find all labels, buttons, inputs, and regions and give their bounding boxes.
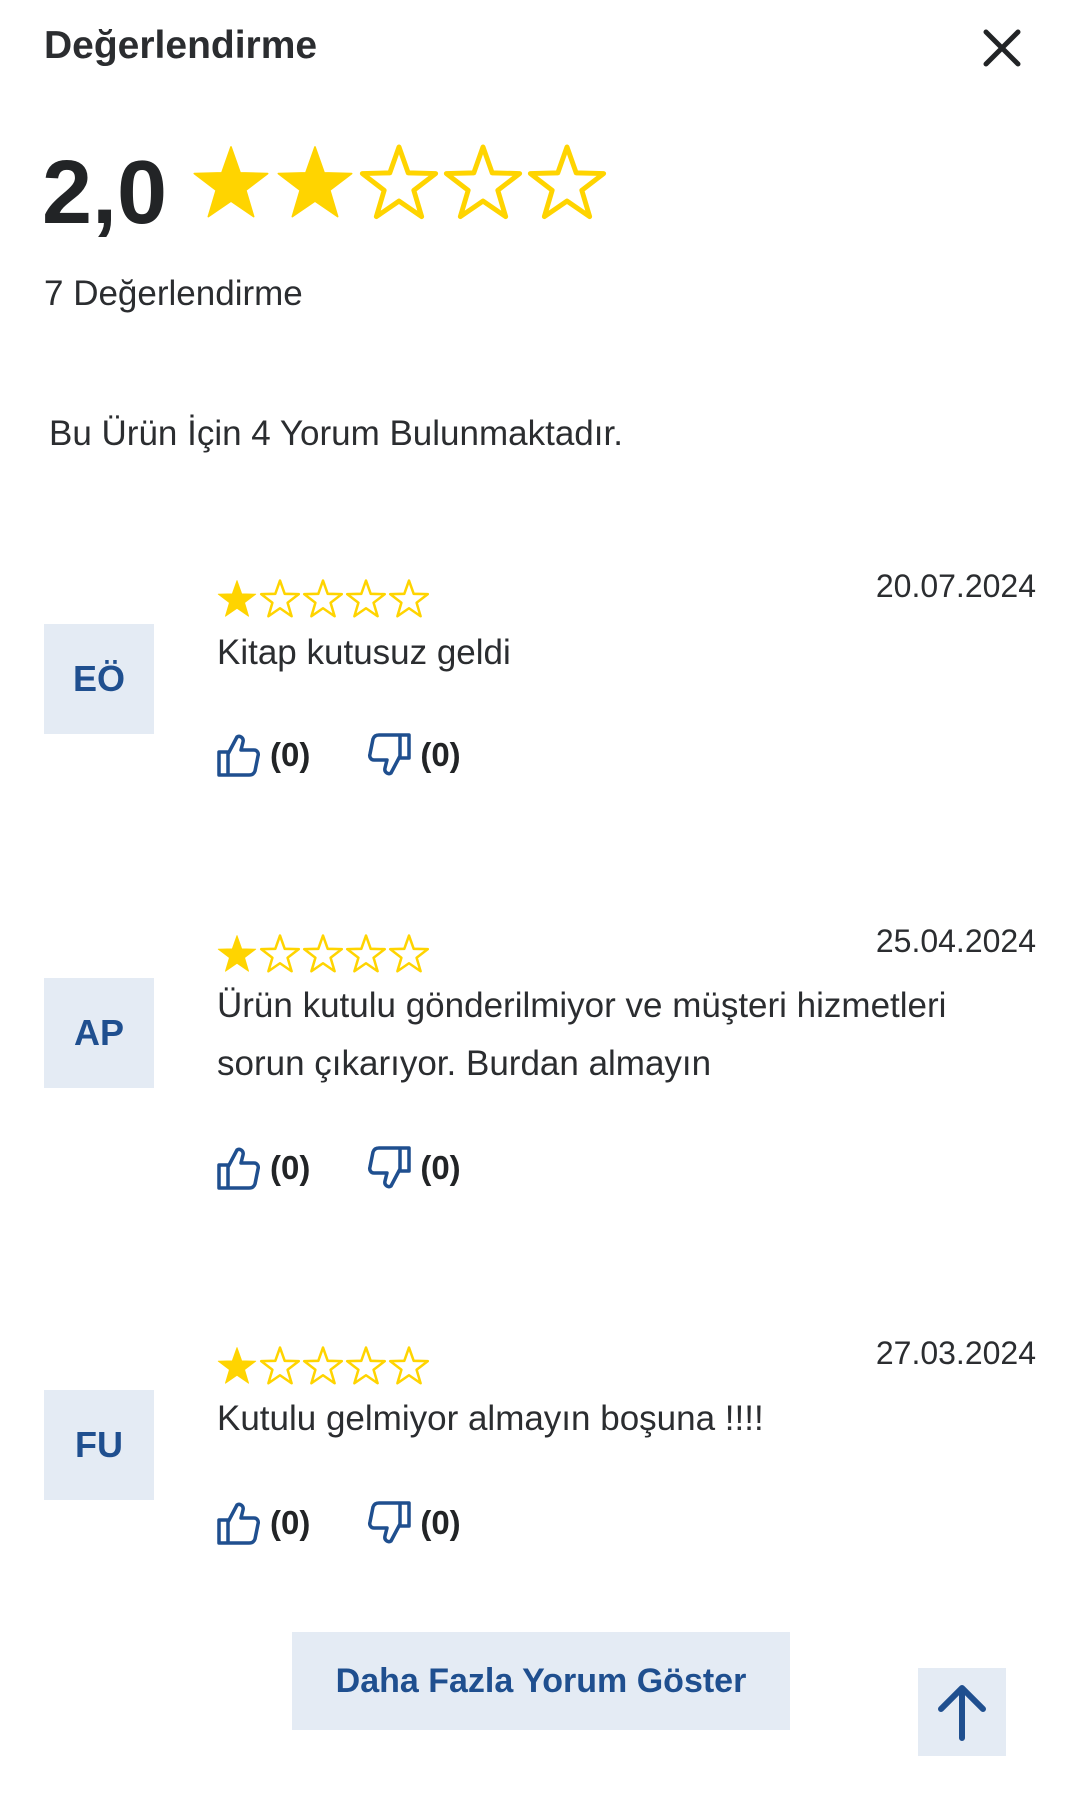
average-rating-stars — [190, 142, 608, 224]
rating-count: 7 Değerlendirme — [44, 274, 303, 313]
thumbs-down-icon — [368, 1501, 412, 1544]
star-empty-icon — [345, 579, 387, 618]
review-rating-stars — [216, 1345, 430, 1387]
dislike-count: (0) — [420, 1504, 461, 1541]
like-count: (0) — [270, 1149, 311, 1186]
star-empty-icon — [388, 1346, 430, 1385]
review-date: 25.04.2024 — [875, 923, 1036, 959]
thumbs-down-icon — [368, 1146, 412, 1189]
reviewer-avatar: EÖ — [44, 624, 154, 734]
review-rating-stars — [216, 578, 430, 620]
review-date: 27.03.2024 — [875, 1335, 1036, 1371]
star-empty-icon — [388, 934, 430, 973]
star-empty-icon — [345, 1346, 387, 1385]
dislike-button[interactable]: (0) — [366, 732, 461, 778]
header-title: Değerlendirme — [44, 24, 318, 67]
reviewer-avatar: AP — [44, 978, 154, 1088]
average-score: 2,0 — [42, 143, 168, 243]
star-empty-icon — [302, 934, 344, 973]
review-date: 20.07.2024 — [875, 568, 1036, 604]
review-actions: (0) (0) — [216, 1145, 461, 1191]
thumbs-up-icon — [217, 1147, 260, 1190]
star-empty-icon — [259, 1346, 301, 1385]
reviewer-avatar: FU — [44, 1390, 154, 1500]
review-actions: (0) (0) — [216, 732, 461, 778]
reviews-info: Bu Ürün İçin 4 Yorum Bulunmaktadır. — [49, 414, 623, 453]
arrow-up-icon — [938, 1685, 986, 1741]
star-filled-icon — [217, 935, 257, 972]
like-button[interactable]: (0) — [216, 1500, 310, 1546]
like-button[interactable]: (0) — [216, 732, 310, 778]
star-empty-icon — [359, 144, 439, 220]
dislike-button[interactable]: (0) — [366, 1145, 461, 1191]
review-text: Kutulu gelmiyor almayın boşuna !!!! — [217, 1399, 764, 1438]
scroll-to-top-button[interactable] — [918, 1668, 1006, 1756]
star-filled-icon — [193, 146, 269, 218]
dislike-count: (0) — [420, 1149, 461, 1186]
star-empty-icon — [345, 934, 387, 973]
review-text: Ürün kutulu gönderilmiyor ve müşteri hiz… — [217, 986, 947, 1083]
star-empty-icon — [527, 144, 607, 220]
dislike-count: (0) — [420, 736, 461, 773]
star-filled-icon — [277, 146, 353, 218]
close-button[interactable] — [978, 24, 1026, 72]
star-empty-icon — [443, 144, 523, 220]
like-button[interactable]: (0) — [216, 1145, 310, 1191]
thumbs-up-icon — [217, 1502, 260, 1545]
show-more-reviews-button[interactable]: Daha Fazla Yorum Göster — [292, 1632, 790, 1730]
star-filled-icon — [217, 1347, 257, 1384]
like-count: (0) — [270, 736, 311, 773]
dislike-button[interactable]: (0) — [366, 1500, 461, 1546]
star-empty-icon — [388, 579, 430, 618]
star-empty-icon — [259, 934, 301, 973]
like-count: (0) — [270, 1504, 311, 1541]
close-icon[interactable] — [978, 24, 1026, 72]
review-rating-stars — [216, 933, 430, 975]
star-empty-icon — [302, 579, 344, 618]
review-actions: (0) (0) — [216, 1500, 461, 1546]
review-text: Kitap kutusuz geldi — [217, 633, 511, 672]
star-empty-icon — [302, 1346, 344, 1385]
star-empty-icon — [259, 579, 301, 618]
star-filled-icon — [217, 580, 257, 617]
thumbs-up-icon — [217, 734, 260, 777]
thumbs-down-icon — [368, 733, 412, 776]
